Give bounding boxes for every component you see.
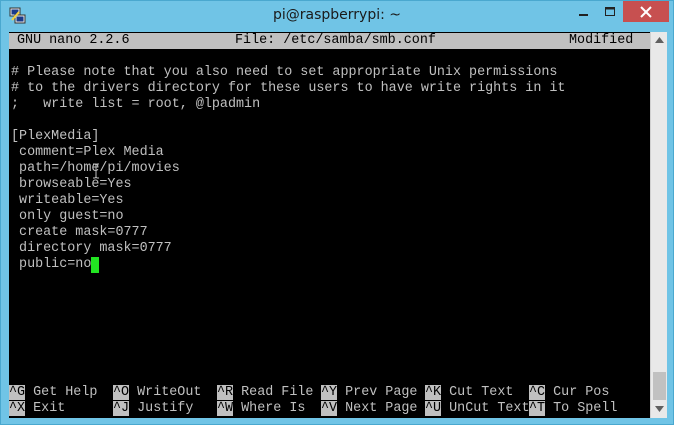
shortcut-get-help: ^G Get Help [9,385,97,401]
text-line: ; write list = root, @lpadmin [11,97,261,112]
text-line: writeable=Yes [11,193,124,208]
shortcut-read-file: ^R Read File [217,385,313,401]
shortcut-label: To Spell [553,401,618,416]
text-line: browseable=Yes [11,177,132,192]
nano-header-bar: GNU nano 2.2.6 File: /etc/samba/smb.conf… [9,33,650,49]
text-line: # to the drivers directory for these use… [11,81,566,96]
text-line: public=no [11,257,92,272]
scroll-up-button[interactable] [651,32,668,49]
close-button[interactable] [623,1,669,22]
arrow-down-icon [655,406,664,412]
shortcut-justify: ^J Justify [113,401,193,417]
shortcut-to-spell: ^T To Spell [529,401,617,417]
text-line: only guest=no [11,209,124,224]
text-line: comment=Plex Media [11,145,164,160]
shortcut-key: ^K [425,385,442,400]
shortcut-key: ^W [217,401,234,416]
shortcut-label: Read File [241,385,314,400]
cursor-line: public=no [11,257,100,273]
shortcut-label: Cur Pos [553,385,610,400]
scroll-down-button[interactable] [651,401,668,418]
shortcut-label: WriteOut [137,385,202,400]
shortcut-key: ^G [9,385,26,400]
shortcut-key: ^X [9,401,26,416]
shortcut-exit: ^X Exit [9,401,65,417]
nano-status: Modified [569,33,634,48]
maximize-icon [605,6,615,16]
text-line: # Please note that you also need to set … [11,65,558,80]
shortcut-key: ^Y [321,385,338,400]
close-icon [640,5,652,18]
shortcut-label: Where Is [241,401,306,416]
shortcut-writeout: ^O WriteOut [113,385,201,401]
maximize-button[interactable] [597,1,623,22]
shortcut-next-page: ^V Next Page [321,401,417,417]
putty-window: pi@raspberrypi: ~ GNU nano 2.2.6 File: /… [0,0,674,425]
scroll-thumb[interactable] [653,372,666,400]
shortcut-key: ^O [113,385,130,400]
text-cursor [91,257,100,273]
text-line: create mask=0777 [11,225,148,240]
vertical-scrollbar[interactable] [650,32,667,418]
nano-version: GNU nano 2.2.6 [17,33,130,48]
text-line: [PlexMedia] [11,129,100,144]
shortcut-key: ^R [217,385,234,400]
text-line: directory mask=0777 [11,241,172,256]
shortcut-prev-page: ^Y Prev Page [321,385,417,401]
arrow-up-icon [655,37,664,43]
shortcut-uncut-text: ^U UnCut Text [425,401,529,417]
shortcut-label: Justify [137,401,194,416]
shortcut-label: Prev Page [345,385,418,400]
terminal-area[interactable]: GNU nano 2.2.6 File: /etc/samba/smb.conf… [9,32,650,418]
shortcut-label: Exit [33,401,66,416]
shortcut-cut-text: ^K Cut Text [425,385,513,401]
shortcut-label: UnCut Text [449,401,530,416]
shortcut-key: ^T [529,401,546,416]
nano-file-name: File: /etc/samba/smb.conf [235,33,436,48]
shortcut-key: ^J [113,401,130,416]
shortcut-label: Next Page [345,401,418,416]
shortcut-label: Get Help [33,385,98,400]
minimize-button[interactable] [571,1,597,22]
shortcut-key: ^V [321,401,338,416]
shortcut-cur-pos: ^C Cur Pos [529,385,609,401]
shortcut-key: ^U [425,401,442,416]
ibeam-cursor-icon [93,163,99,179]
shortcut-label: Cut Text [449,385,514,400]
title-bar[interactable]: pi@raspberrypi: ~ [1,1,673,31]
shortcut-where-is: ^W Where Is [217,401,305,417]
shortcut-key: ^C [529,385,546,400]
minimize-icon [579,13,588,16]
